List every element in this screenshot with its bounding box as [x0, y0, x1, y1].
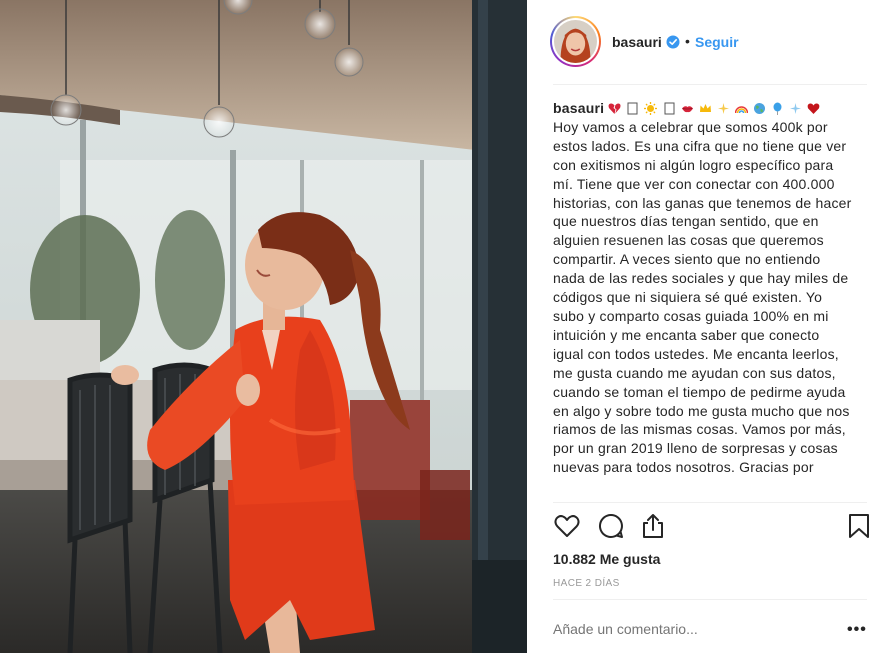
bookmark-icon	[849, 514, 869, 538]
post-photo[interactable]	[0, 0, 527, 653]
save-button[interactable]	[845, 512, 875, 542]
photo-illustration	[0, 0, 527, 653]
heart-outline-icon	[554, 515, 580, 537]
likes-count[interactable]: 10.882 Me gusta	[553, 551, 660, 567]
share-button[interactable]	[639, 512, 669, 542]
sparkle-emoji-icon	[790, 103, 802, 114]
broken-heart-emoji-icon	[608, 103, 621, 114]
missing-glyph-icon	[627, 102, 638, 115]
verified-badge-icon	[666, 35, 680, 49]
globe-emoji-icon	[754, 103, 766, 114]
speech-bubble-icon	[599, 513, 623, 538]
balloon-emoji-icon	[773, 102, 782, 115]
sparkles-emoji-icon	[717, 103, 729, 114]
avatar-image	[554, 20, 597, 63]
comment-input[interactable]	[553, 621, 833, 637]
crown-emoji-icon	[699, 104, 711, 112]
header-separator: •	[685, 33, 690, 49]
actions-divider	[553, 502, 867, 503]
share-upload-icon	[643, 514, 663, 538]
missing-glyph-icon	[664, 102, 675, 115]
more-options-button[interactable]: •••	[847, 621, 867, 639]
lips-emoji-icon	[681, 106, 693, 113]
follow-button[interactable]: Seguir	[695, 34, 739, 50]
post-caption: basauri Hoy vamos a celebrar que somos 4…	[553, 99, 853, 497]
post-timestamp[interactable]: HACE 2 DÍAS	[553, 578, 620, 589]
like-button[interactable]	[553, 512, 583, 542]
comment-button[interactable]	[597, 512, 627, 542]
post-side-panel: basauri • Seguir basauri Hoy vamos a cel…	[527, 0, 878, 653]
avatar[interactable]	[550, 16, 601, 67]
caption-username[interactable]: basauri	[553, 100, 604, 116]
post-author-username[interactable]: basauri	[612, 34, 662, 50]
caption-emojis	[608, 100, 821, 116]
header-divider	[553, 84, 867, 85]
red-heart-emoji-icon	[807, 103, 820, 114]
post-header: basauri • Seguir	[527, 0, 878, 85]
rainbow-emoji-icon	[734, 106, 748, 114]
comment-divider	[553, 599, 867, 600]
caption-text: Hoy vamos a celebrar que somos 400k por …	[553, 118, 852, 476]
sun-emoji-icon	[644, 102, 658, 115]
